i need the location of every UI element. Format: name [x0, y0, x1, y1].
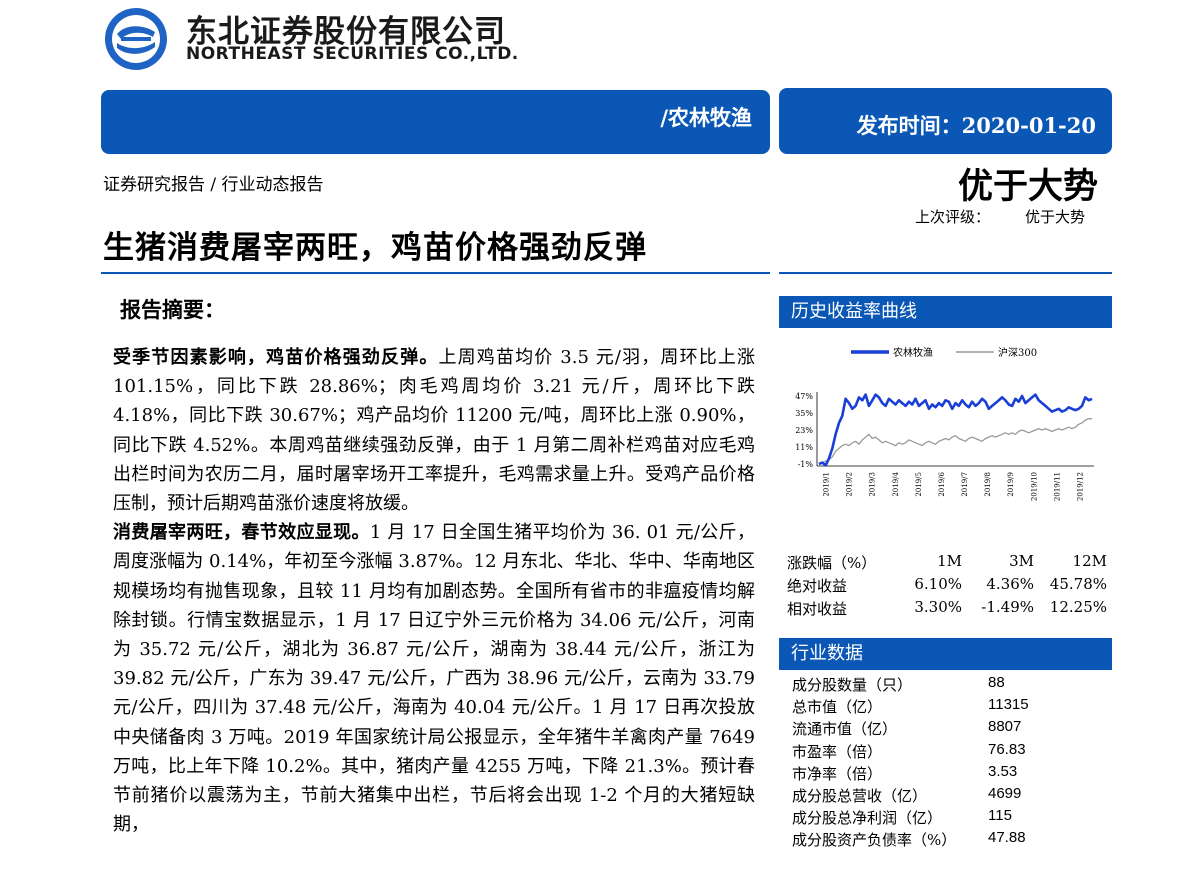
rating: 优于大势: [957, 166, 1098, 207]
x-tick-label: 2019/12: [1076, 472, 1084, 501]
sector-label: /农林牧渔: [660, 105, 752, 130]
cell: 47.88: [988, 829, 1026, 847]
table-row: 市盈率（倍） 76.83: [792, 741, 1112, 763]
table-row: 成分股总净利润（亿） 115: [792, 807, 1112, 829]
publish-banner: 发布时间：2020-01-20: [779, 88, 1112, 154]
header-cell: 1M: [937, 552, 962, 570]
x-tick-label: 2019/10: [1030, 472, 1038, 501]
series-line: [818, 418, 1092, 465]
cell: 4.36%: [986, 575, 1034, 593]
cell: 成分股总净利润（亿）: [792, 809, 943, 828]
cell: 成分股数量（只）: [792, 676, 913, 694]
x-tick-label: 2019/4: [892, 471, 900, 496]
series-line: [818, 393, 1093, 467]
paragraph-text: 上周鸡苗均价 3.5 元/羽，周环比上涨 101.15%，同比下跌 28.86%…: [113, 347, 756, 515]
table-row: 成分股数量（只） 88: [792, 674, 1112, 696]
paragraph-text: 1 月 17 日全国生猪平均价为 36. 01 元/公斤，周度涨幅为 0.14%…: [113, 522, 756, 836]
company-logo: [105, 8, 167, 70]
divider: [779, 272, 1112, 274]
summary-body: 受季节因素影响，鸡苗价格强劲反弹。上周鸡苗均价 3.5 元/羽，周环比上涨 10…: [113, 343, 755, 839]
sector-banner: /农林牧渔: [101, 90, 770, 154]
header-cell: 涨跌幅（%）: [787, 554, 877, 572]
cell: 成分股资产负债率（%）: [792, 831, 957, 850]
cell: 3.30%: [914, 598, 962, 616]
divider: [101, 272, 770, 274]
paragraph-lead: 受季节因素影响，鸡苗价格强劲反弹。: [113, 347, 439, 368]
cell: 12.25%: [1049, 598, 1107, 616]
page-title: 生猪消费屠宰两旺，鸡苗价格强劲反弹: [103, 230, 647, 266]
previous-rating-value: 优于大势: [1025, 208, 1086, 226]
paragraph: 受季节因素影响，鸡苗价格强劲反弹。上周鸡苗均价 3.5 元/羽，周环比上涨 10…: [113, 343, 755, 518]
table-row: 成分股总营收（亿） 4699: [792, 785, 1112, 807]
cell: 4699: [988, 784, 1022, 802]
company-name-en: NORTHEAST SECURITIES CO.,LTD.: [186, 44, 519, 64]
cell: 115: [988, 807, 1012, 825]
x-tick-label: 2019/8: [984, 472, 992, 497]
x-tick-label: 2019/7: [961, 472, 969, 497]
history-return-chart: 农林牧渔 沪深300 47% 35% 23% 11% -1% 2019/1 2019/2 2019…: [795, 346, 1094, 501]
performance-table: 涨跌幅（%） 1M 3M 12M 绝对收益 6.10% 4.36% 45.78%…: [787, 552, 1112, 621]
legend-label: 沪深300: [998, 346, 1037, 359]
cell: 8807: [988, 718, 1022, 736]
industry-data-title: 行业数据: [779, 638, 1112, 670]
table-row: 相对收益 3.30% -1.49% 12.25%: [787, 598, 1112, 621]
summary-title: 报告摘要：: [120, 297, 225, 322]
x-tick-label: 2019/6: [938, 471, 946, 496]
cell: 45.78%: [1049, 575, 1107, 593]
x-tick-label: 2019/1: [823, 472, 831, 497]
cell: -1.49%: [981, 598, 1034, 616]
cell: 相对收益: [787, 600, 848, 618]
table-row: 市净率（倍） 3.53: [792, 763, 1112, 785]
document-type: 证券研究报告 / 行业动态报告: [103, 175, 324, 195]
cell: 总市值（亿）: [792, 698, 883, 717]
cell: 绝对收益: [787, 577, 848, 595]
x-tick-label: 2019/3: [869, 472, 877, 497]
industry-data-table: 成分股数量（只） 88 总市值（亿） 11315 流通市值（亿） 8807 市盈率（倍…: [792, 674, 1112, 852]
table-header: 涨跌幅（%） 1M 3M 12M: [787, 552, 1112, 575]
table-row: 绝对收益 6.10% 4.36% 45.78%: [787, 575, 1112, 598]
paragraph: 消费屠宰两旺，春节效应显现。1 月 17 日全国生猪平均价为 36. 01 元/…: [113, 518, 755, 839]
table-row: 流通市值（亿） 8807: [792, 718, 1112, 740]
table-row: 总市值（亿） 11315: [792, 696, 1112, 718]
cell: 成分股总营收（亿）: [792, 786, 928, 805]
table-row: 成分股资产负债率（%） 47.88: [792, 829, 1112, 851]
history-chart-title: 历史收益率曲线: [779, 296, 1112, 328]
header-cell: 12M: [1072, 552, 1107, 570]
cell: 流通市值（亿）: [792, 720, 898, 739]
previous-rating: 上次评级： 优于大势: [915, 206, 1085, 227]
y-tick-label: 35%: [795, 409, 813, 418]
cell: 3.53: [988, 762, 1018, 780]
cell: 88: [988, 674, 1005, 691]
paragraph-lead: 消费屠宰两旺，春节效应显现。: [113, 522, 370, 544]
y-tick-label: 47%: [795, 392, 813, 401]
x-tick-label: 2019/5: [915, 472, 923, 497]
cell: 11315: [988, 696, 1029, 714]
cell: 76.83: [988, 740, 1026, 758]
x-tick-label: 2019/9: [1007, 472, 1015, 497]
cell: 市净率（倍）: [792, 764, 883, 783]
y-tick-label: -1%: [798, 460, 814, 469]
y-tick-label: 11%: [795, 443, 813, 452]
y-tick-label: 23%: [795, 426, 813, 435]
previous-rating-label: 上次评级：: [915, 208, 991, 226]
x-tick-label: 2019/11: [1053, 472, 1061, 501]
cell: 6.10%: [914, 575, 962, 593]
x-tick-label: 2019/2: [846, 472, 854, 497]
header-cell: 3M: [1009, 552, 1034, 570]
publish-date: 发布时间：2020-01-20: [856, 113, 1096, 138]
legend-label: 农林牧渔: [893, 346, 933, 359]
cell: 市盈率（倍）: [792, 742, 883, 761]
